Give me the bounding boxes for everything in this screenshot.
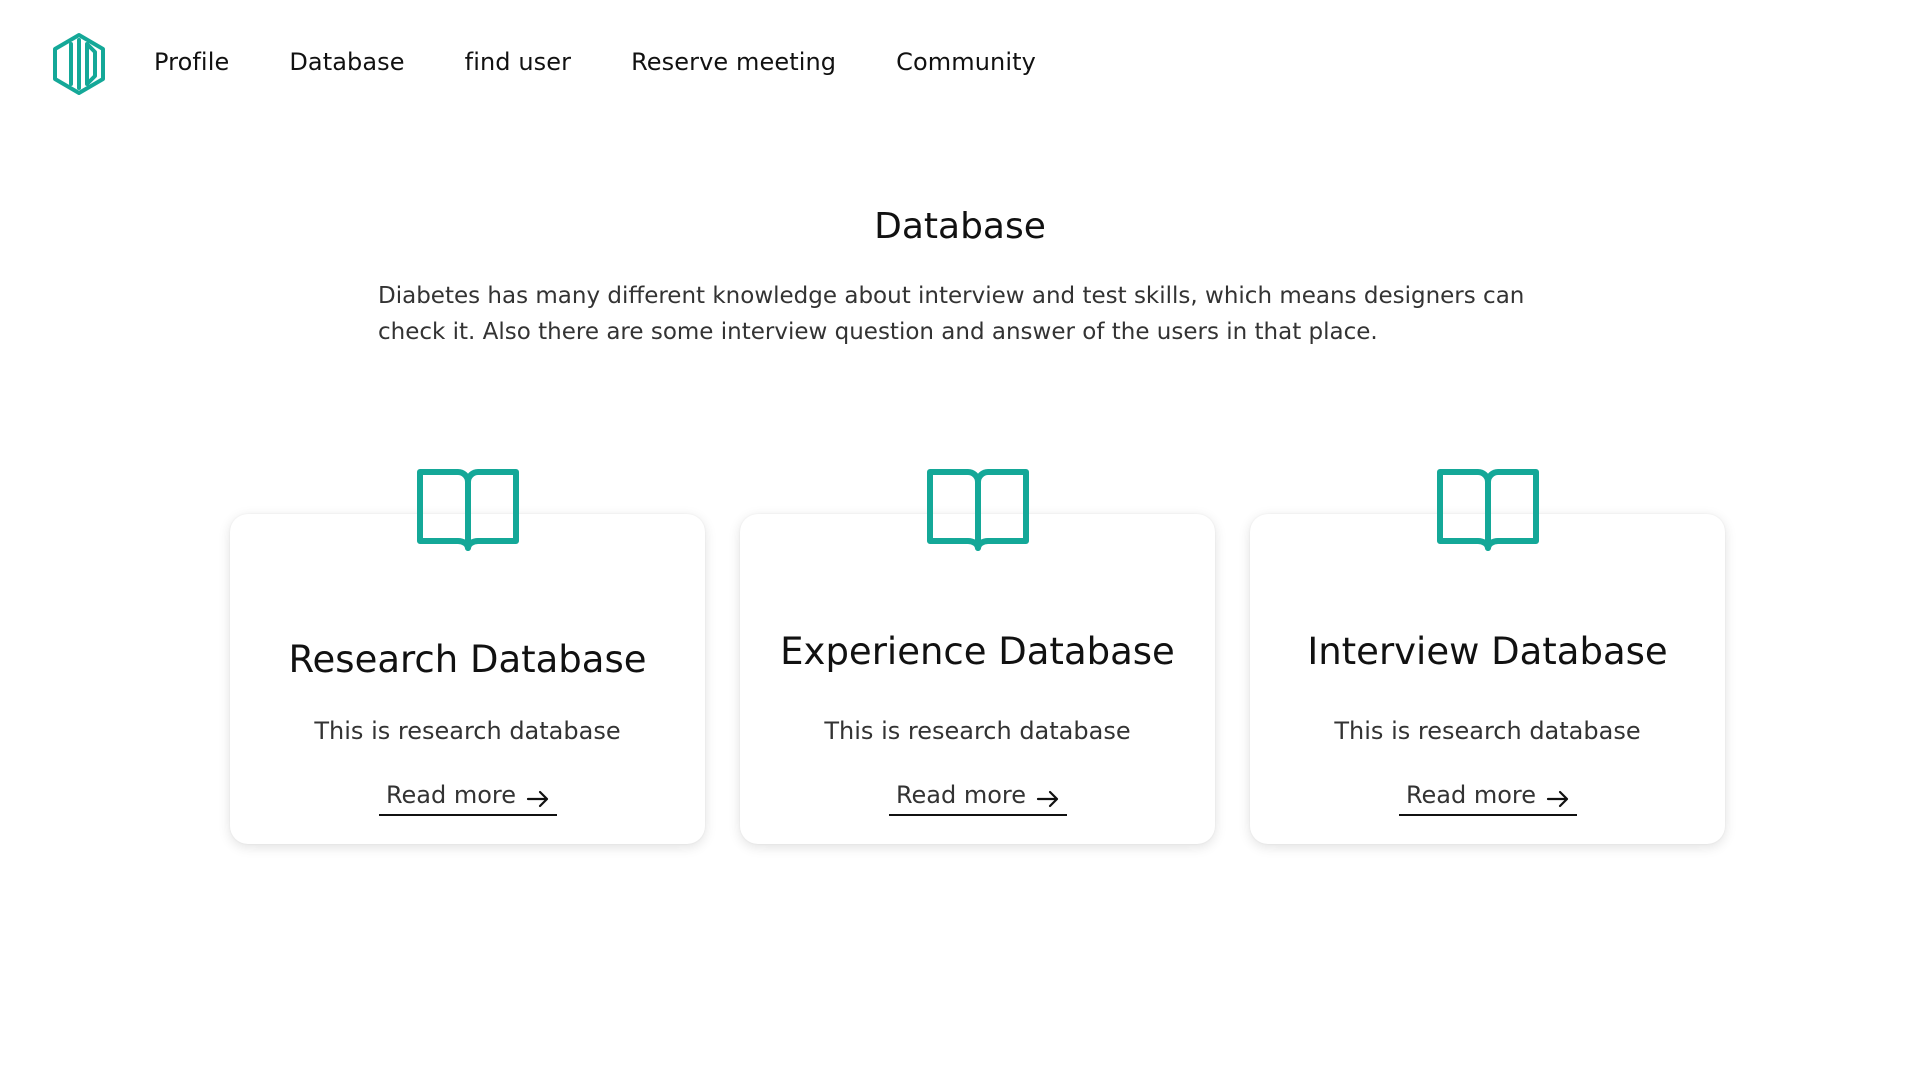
arrow-right-icon (1036, 786, 1060, 808)
arrow-right-icon (1546, 786, 1570, 808)
database-cards: Research Database This is research datab… (230, 468, 1725, 848)
read-more-label: Read more (895, 781, 1027, 809)
page-description: Diabetes has many different knowledge ab… (378, 283, 1525, 345)
nav-item-find-user[interactable]: find user (465, 48, 571, 76)
open-book-icon (926, 468, 1030, 554)
read-more-label: Read more (385, 781, 517, 809)
read-more-link[interactable]: Read more (1399, 781, 1577, 816)
nav-item-community[interactable]: Community (896, 48, 1036, 76)
card-title: Research Database (288, 638, 647, 681)
card-panel: Experience Database This is research dat… (740, 514, 1215, 844)
card-text: This is research database (314, 717, 621, 745)
card-panel: Research Database This is research datab… (230, 514, 705, 844)
header: Profile Database find user Reserve meeti… (0, 0, 1920, 130)
open-book-icon (1436, 468, 1540, 554)
read-more-link[interactable]: Read more (889, 781, 1067, 816)
open-book-icon (416, 468, 520, 554)
nav-item-profile[interactable]: Profile (154, 48, 229, 76)
arrow-right-icon (526, 786, 550, 808)
hexagon-logo-icon[interactable] (51, 32, 107, 96)
read-more-link[interactable]: Read more (379, 781, 557, 816)
card-title: Experience Database (780, 630, 1175, 673)
card-panel: Interview Database This is research data… (1250, 514, 1725, 844)
card-text: This is research database (1334, 717, 1641, 745)
nav-item-database[interactable]: Database (289, 48, 404, 76)
page-title: Database (874, 206, 1046, 247)
card-interview-database: Interview Database This is research data… (1250, 468, 1725, 844)
card-title: Interview Database (1307, 630, 1668, 673)
card-research-database: Research Database This is research datab… (230, 468, 705, 844)
read-more-label: Read more (1405, 781, 1537, 809)
main-nav: Profile Database find user Reserve meeti… (154, 48, 1096, 76)
nav-item-reserve-meeting[interactable]: Reserve meeting (631, 48, 836, 76)
card-text: This is research database (824, 717, 1131, 745)
card-experience-database: Experience Database This is research dat… (740, 468, 1215, 844)
